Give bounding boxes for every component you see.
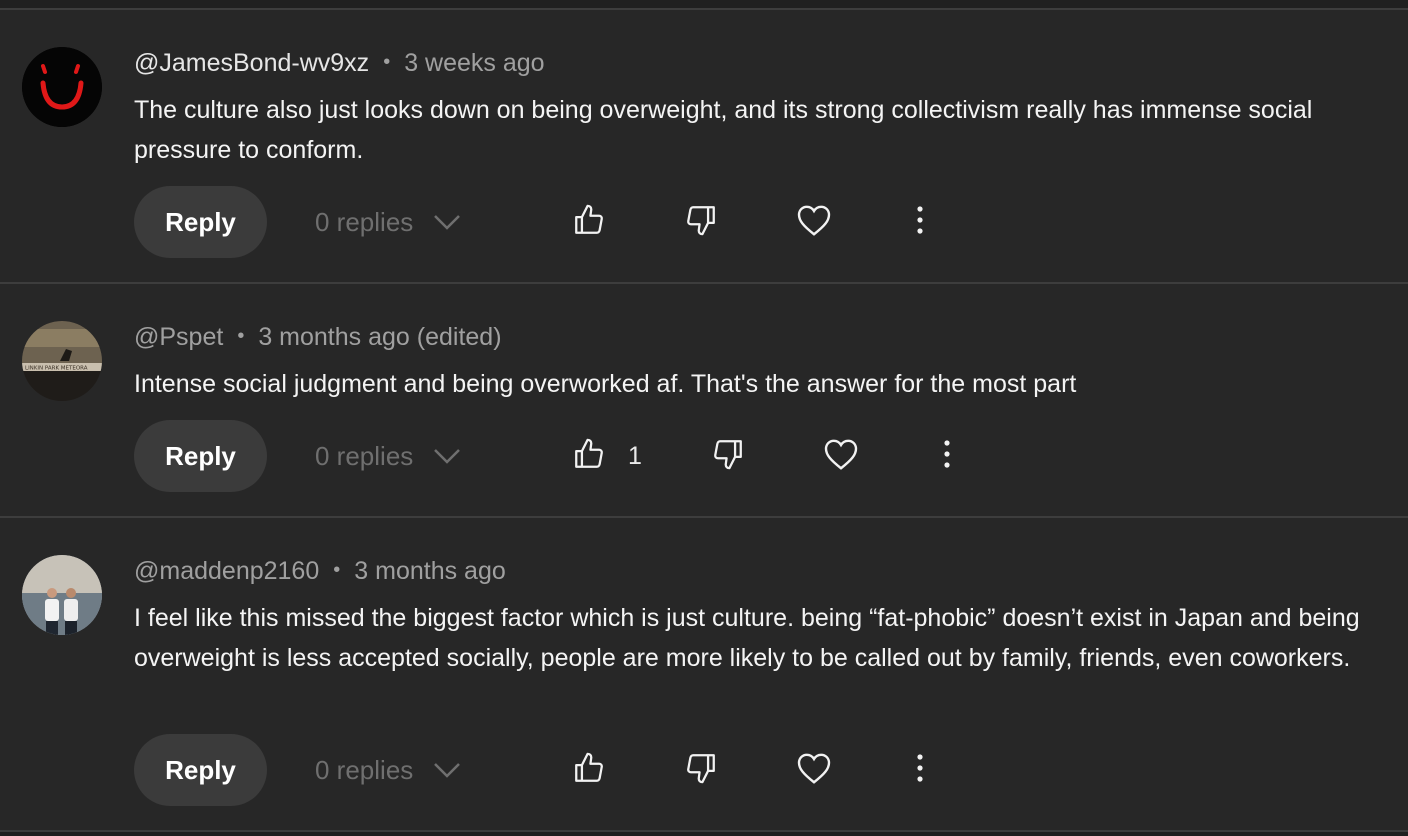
smiley-face-avatar (22, 47, 102, 127)
comment-item: LINKIN PARK METEORA @Pspet • 3 months ago … (0, 284, 1408, 516)
replies-count: 0 replies (315, 440, 414, 471)
heart-icon (823, 437, 859, 476)
replies-toggle[interactable]: 0 replies (315, 734, 461, 806)
separator-dot: • (383, 51, 391, 73)
heart-button[interactable] (796, 202, 832, 242)
author-name[interactable]: @Pspet (134, 323, 223, 351)
avatar[interactable] (22, 47, 102, 127)
more-vertical-icon (914, 203, 926, 242)
chevron-down-icon (433, 762, 461, 778)
photo-avatar (22, 555, 102, 635)
comment-actions: Reply 0 replies (134, 186, 1394, 258)
separator-dot: • (237, 325, 245, 347)
thumbs-down-icon (684, 751, 718, 790)
thumbs-up-icon (572, 203, 606, 242)
author-name[interactable]: @maddenp2160 (134, 557, 319, 585)
comment-actions: Reply 0 replies 1 (134, 420, 1394, 492)
like-button[interactable] (572, 202, 628, 242)
avatar[interactable]: LINKIN PARK METEORA (22, 321, 102, 401)
more-vertical-icon (941, 437, 953, 476)
more-options-button[interactable] (914, 202, 926, 242)
comment-meta: @JamesBond-wv9xz • 3 weeks ago (134, 47, 545, 78)
reply-button[interactable]: Reply (134, 420, 267, 492)
replies-toggle[interactable]: 0 replies (315, 420, 461, 492)
comment-meta: @Pspet • 3 months ago (edited) (134, 321, 502, 352)
heart-icon (796, 203, 832, 242)
comment-actions: Reply 0 replies (134, 734, 1394, 806)
chevron-down-icon (433, 448, 461, 464)
dislike-button[interactable] (684, 750, 718, 790)
like-button[interactable]: 1 (572, 436, 642, 476)
heart-button[interactable] (823, 436, 859, 476)
separator-dot: • (333, 559, 341, 581)
comment-item: @maddenp2160 • 3 months ago I feel like th… (0, 518, 1408, 830)
replies-count: 0 replies (315, 206, 414, 237)
timestamp[interactable]: 3 months ago (edited) (258, 323, 501, 351)
thumbs-up-icon (572, 437, 606, 476)
author-name[interactable]: @JamesBond-wv9xz (134, 49, 369, 77)
thumbs-down-icon (684, 203, 718, 242)
like-button[interactable] (572, 750, 628, 790)
comment-text: The culture also just looks down on bein… (134, 96, 1313, 164)
comment-meta: @maddenp2160 • 3 months ago (134, 555, 506, 586)
more-options-button[interactable] (914, 750, 926, 790)
more-vertical-icon (914, 751, 926, 790)
thumbs-down-icon (711, 437, 745, 476)
thumbs-up-icon (572, 751, 606, 790)
replies-count: 0 replies (315, 754, 414, 785)
reply-button[interactable]: Reply (134, 186, 267, 258)
reply-button[interactable]: Reply (134, 734, 267, 806)
dislike-button[interactable] (711, 436, 745, 476)
chevron-down-icon (433, 214, 461, 230)
album-cover-avatar: LINKIN PARK METEORA (22, 321, 102, 401)
like-count: 1 (628, 441, 642, 470)
timestamp[interactable]: 3 weeks ago (404, 49, 544, 77)
comments-page: @JamesBond-wv9xz • 3 weeks ago The culture… (0, 0, 1408, 836)
divider (0, 830, 1408, 832)
timestamp[interactable]: 3 months ago (354, 557, 506, 585)
comment-text: I feel like this missed the biggest fact… (134, 604, 1360, 672)
heart-icon (796, 751, 832, 790)
dislike-button[interactable] (684, 202, 718, 242)
comment-text: Intense social judgment and being overwo… (134, 370, 1077, 398)
avatar[interactable] (22, 555, 102, 635)
album-title-text: LINKIN PARK METEORA (25, 366, 88, 372)
replies-toggle[interactable]: 0 replies (315, 186, 461, 258)
more-options-button[interactable] (941, 436, 953, 476)
heart-button[interactable] (796, 750, 832, 790)
comment-item: @JamesBond-wv9xz • 3 weeks ago The culture… (0, 10, 1408, 282)
